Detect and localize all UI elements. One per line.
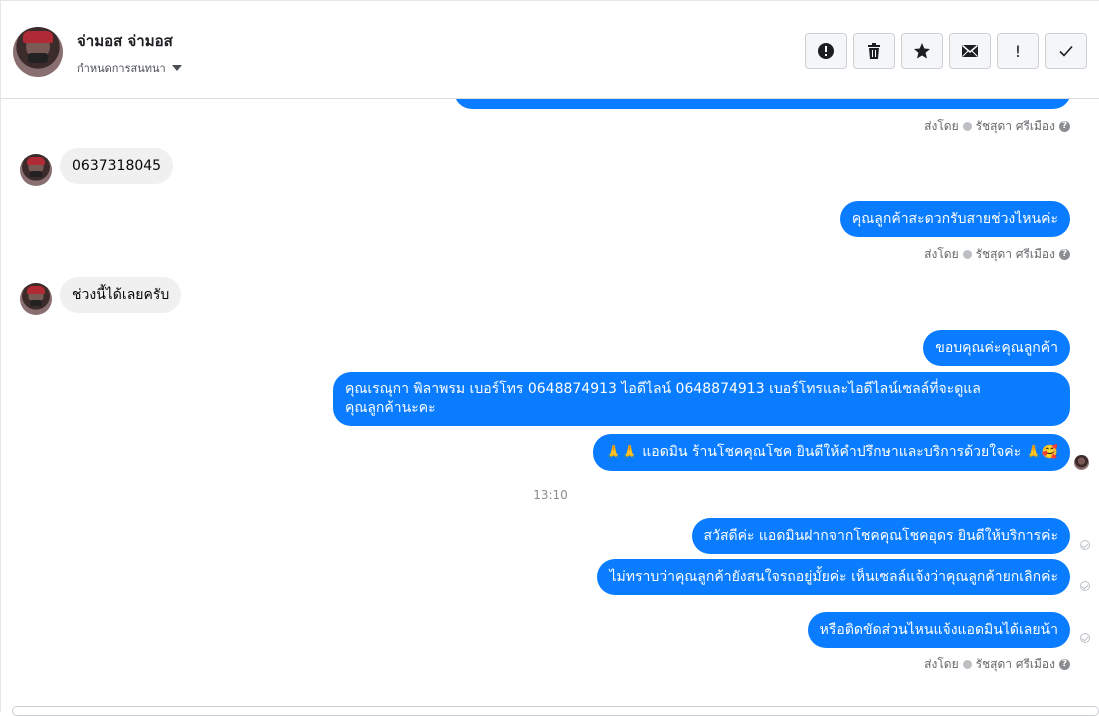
star-button[interactable] [901, 33, 943, 69]
help-icon[interactable]: ? [1059, 249, 1070, 260]
message-outgoing[interactable]: ไม่ทราบว่าคุณลูกค้ายังสนใจรถอยู่มั้ยค่ะ … [597, 559, 1070, 595]
star-icon [914, 43, 930, 59]
contact-name[interactable]: จ่ามอส จ่ามอส [77, 29, 173, 53]
contact-avatar[interactable] [20, 283, 52, 315]
sent-by-label: ส่งโดย รัชสุดา ศรีเมือง ? [924, 117, 1070, 136]
contact-avatar[interactable] [20, 154, 52, 186]
delivered-check-icon [1080, 581, 1090, 591]
agent-status-icon [962, 122, 972, 131]
mark-unread-button[interactable] [949, 33, 991, 69]
exclamation-icon: ! [1014, 41, 1022, 61]
mark-done-button[interactable] [1045, 33, 1087, 69]
message-outgoing[interactable]: หรือติดขัดส่วนไหนแจ้งแอดมินได้เลยน้า [807, 612, 1070, 648]
agent-status-icon [962, 250, 972, 259]
sent-by-label: ส่งโดย รัชสุดา ศรีเมือง ? [924, 655, 1070, 674]
follow-up-button[interactable]: ! [997, 33, 1039, 69]
message-incoming[interactable]: 0637318045 [60, 148, 174, 184]
conversation-header: จ่ามอส จ่ามอส กำหนดการสนทนา ! [0, 0, 1099, 99]
message-outgoing[interactable]: คุณลูกค้าสะดวกรับสายช่วงไหนค่ะ [839, 201, 1070, 237]
message-outgoing[interactable]: ขอบคุณค่ะคุณลูกค้า [923, 330, 1070, 366]
sent-by-label: ส่งโดย รัชสุดา ศรีเมือง ? [924, 245, 1070, 264]
timestamp-separator: 13:10 [533, 488, 568, 502]
pray-emoji-icon: 🙏🙏 [605, 445, 638, 460]
help-icon[interactable]: ? [1059, 659, 1070, 670]
smile-hearts-emoji-icon: 🙏🥰 [1025, 445, 1058, 460]
trash-icon [868, 43, 880, 59]
message-line: คุณลูกค้านะคะ [345, 400, 436, 416]
delete-button[interactable] [853, 33, 895, 69]
agent-status-icon [962, 660, 972, 669]
caret-down-icon [171, 65, 182, 71]
message-incoming[interactable]: ช่วงนี้ได้เลยครับ [60, 277, 182, 313]
envelope-icon [962, 44, 978, 57]
alert-circle-icon [818, 43, 834, 59]
seen-avatar [1074, 455, 1089, 470]
message-outgoing[interactable]: 🙏🙏 แอดมิน ร้านโชคคุณโชค ยินดีให้คำปรึกษา… [593, 434, 1070, 471]
contact-avatar[interactable] [13, 27, 63, 77]
message-outgoing[interactable] [454, 99, 1071, 109]
message-composer[interactable] [12, 706, 1099, 716]
message-thread[interactable]: ส่งโดย รัชสุดา ศรีเมือง ? 0637318045 คุณ… [0, 99, 1099, 712]
delivered-check-icon [1080, 633, 1090, 643]
message-outgoing[interactable]: สวัสดีค่ะ แอดมินฝากจากโชคคุณโชคอุดร ยินด… [691, 518, 1070, 554]
check-icon [1059, 45, 1073, 57]
help-icon[interactable]: ? [1059, 121, 1070, 132]
delivered-check-icon [1080, 540, 1090, 550]
mark-spam-button[interactable] [805, 33, 847, 69]
assign-conversation-dropdown[interactable]: กำหนดการสนทนา [77, 59, 182, 77]
assign-label: กำหนดการสนทนา [77, 62, 166, 75]
message-line: คุณเรณุกา พิลาพรม เบอร์โทร 0648874913 ไอ… [345, 381, 981, 397]
message-outgoing[interactable]: คุณเรณุกา พิลาพรม เบอร์โทร 0648874913 ไอ… [333, 372, 1070, 426]
conversation-toolbar: ! [805, 33, 1087, 69]
